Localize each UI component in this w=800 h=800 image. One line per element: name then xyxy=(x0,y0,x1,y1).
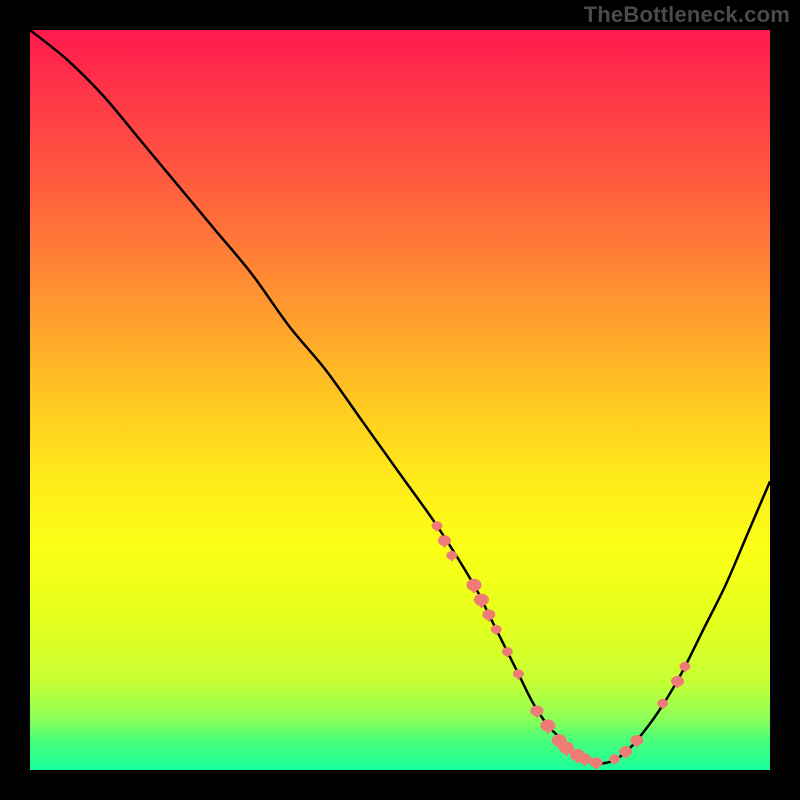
curve-marker xyxy=(467,579,482,591)
curve-marker-drip xyxy=(479,604,484,608)
curve-marker-drip xyxy=(624,755,628,759)
curve-marker xyxy=(590,758,603,768)
curve-marker-drip xyxy=(506,655,510,658)
curve-marker-drip xyxy=(613,762,617,765)
curve-marker-drip xyxy=(517,677,521,680)
curve-marker-drip xyxy=(435,529,439,532)
curve-marker-drip xyxy=(472,589,477,593)
curve-marker-drip xyxy=(683,669,687,672)
curve-marker xyxy=(474,594,489,606)
curve-marker xyxy=(483,610,496,620)
curve-marker-drip xyxy=(594,766,598,770)
curve-marker-drip xyxy=(546,730,551,734)
curve-marker xyxy=(432,522,443,531)
curve-marker-drip xyxy=(535,714,539,718)
curve-marker xyxy=(579,754,592,764)
curve-marker xyxy=(531,706,544,716)
curve-marker xyxy=(680,662,691,671)
curve-marker xyxy=(502,647,513,656)
curve-marker-drip xyxy=(564,752,569,756)
curve-marker xyxy=(541,720,556,732)
bottleneck-curve xyxy=(30,30,770,764)
watermark-text: TheBottleneck.com xyxy=(584,2,790,28)
curve-marker-drip xyxy=(675,685,679,689)
curve-marker xyxy=(438,536,451,546)
curve-marker-drip xyxy=(442,544,446,548)
markers-group xyxy=(432,522,690,770)
curve-marker xyxy=(609,755,620,764)
curve-marker xyxy=(513,670,524,679)
curve-marker-drip xyxy=(635,744,639,748)
curve-marker xyxy=(671,676,684,686)
curve-marker xyxy=(631,735,644,745)
curve-marker xyxy=(657,699,668,708)
plot-area xyxy=(30,30,770,770)
chart-svg xyxy=(30,30,770,770)
curve-marker xyxy=(447,551,458,560)
curve-marker xyxy=(619,746,632,756)
curve-marker-drip xyxy=(450,558,454,561)
curve-marker xyxy=(491,625,502,634)
curve-marker-drip xyxy=(487,618,491,622)
curve-marker-drip xyxy=(583,763,587,767)
chart-container: TheBottleneck.com xyxy=(0,0,800,800)
curve-marker-drip xyxy=(494,632,498,635)
